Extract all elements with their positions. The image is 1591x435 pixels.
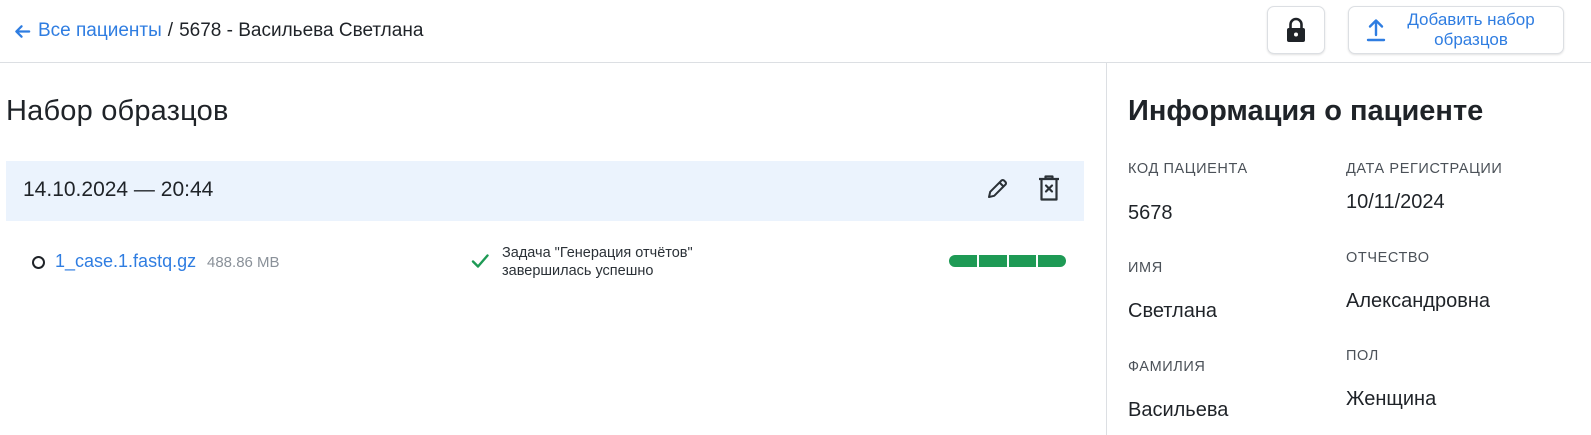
add-sample-set-label: Добавить набор образцов [1407, 10, 1535, 49]
lock-icon [1287, 17, 1305, 42]
last-name-value: Васильева [1128, 399, 1229, 421]
last-name-label: ФАМИЛИЯ [1128, 359, 1206, 375]
task-status-text: Задача "Генерация отчётов" завершилась у… [502, 244, 693, 280]
back-to-patients-link[interactable]: Все пациенты [13, 20, 162, 42]
first-name-value: Светлана [1128, 300, 1217, 322]
sample-set-header: 14.10.2024 — 20:44 [6, 161, 1084, 221]
progress-segment [949, 255, 977, 267]
lock-button[interactable] [1267, 6, 1325, 54]
registration-date-label: ДАТА РЕГИСТРАЦИИ [1346, 161, 1503, 177]
sample-file-link[interactable]: 1_case.1.fastq.gz [55, 251, 196, 272]
breadcrumb: Все пациенты / 5678 - Васильева Светлана [13, 19, 423, 43]
task-status-line1: Задача "Генерация отчётов" [502, 245, 693, 261]
sample-file-row: 1_case.1.fastq.gz 488.86 MB Задача "Гене… [6, 238, 1084, 282]
upload-icon [1366, 19, 1386, 42]
samples-section-title: Набор образцов [6, 95, 229, 127]
task-status-line2: завершилась успешно [502, 263, 654, 279]
top-bar: Все пациенты / 5678 - Васильева Светлана… [0, 0, 1591, 63]
pencil-icon[interactable] [985, 175, 1009, 201]
sample-set-date: 14.10.2024 — 20:44 [23, 178, 214, 201]
first-name-label: ИМЯ [1128, 260, 1163, 276]
file-status-dot [32, 256, 45, 269]
progress-segment [1038, 255, 1066, 267]
sex-label: ПОЛ [1346, 348, 1379, 364]
trash-icon[interactable] [1037, 174, 1061, 202]
arrow-left-icon [15, 24, 31, 38]
patronymic-label: ОТЧЕСТВО [1346, 250, 1430, 266]
patronymic-value: Александровна [1346, 290, 1490, 312]
sample-file-size: 488.86 MB [207, 254, 280, 271]
sex-value: Женщина [1346, 388, 1437, 410]
back-link-label: Все пациенты [38, 20, 162, 41]
breadcrumb-current: 5678 - Васильева Светлана [179, 20, 424, 41]
add-sample-set-button[interactable]: Добавить набор образцов [1348, 6, 1564, 54]
check-icon [471, 254, 489, 268]
breadcrumb-separator: / [167, 20, 174, 41]
progress-segment [1008, 255, 1037, 267]
patient-code-label: КОД ПАЦИЕНТА [1128, 161, 1248, 177]
task-progress-bar [949, 255, 1066, 267]
patient-code-value: 5678 [1128, 202, 1173, 224]
progress-segment [978, 255, 1007, 267]
panel-divider [1106, 63, 1107, 435]
registration-date-value: 10/11/2024 [1346, 191, 1445, 213]
patient-info-title: Информация о пациенте [1128, 95, 1484, 127]
